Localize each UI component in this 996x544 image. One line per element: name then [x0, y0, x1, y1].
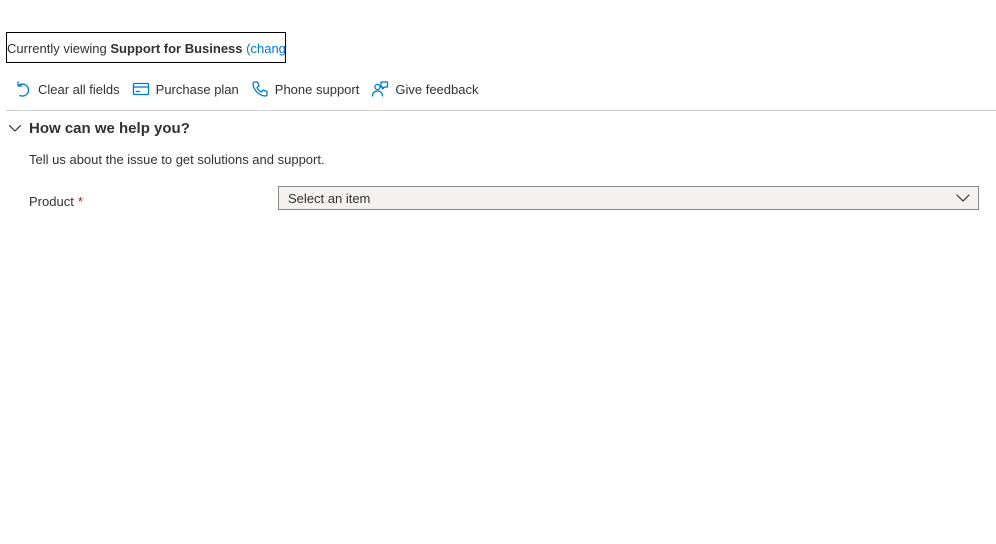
chevron-down-icon: [956, 191, 970, 205]
chevron-down-icon: [8, 121, 22, 135]
toolbar-divider: [6, 110, 996, 111]
undo-icon: [14, 80, 32, 98]
give-feedback-label: Give feedback: [395, 81, 479, 97]
command-toolbar: Clear all fields Purchase plan Phone sup…: [8, 76, 484, 102]
product-field-label: Product *: [29, 194, 83, 209]
section-title: How can we help you?: [29, 119, 190, 137]
phone-icon: [251, 80, 269, 98]
product-dropdown[interactable]: Select an item: [278, 186, 979, 210]
phone-support-button[interactable]: Phone support: [245, 76, 366, 102]
feedback-icon: [371, 80, 389, 98]
product-label-text: Product: [29, 194, 74, 209]
section-toggle[interactable]: How can we help you?: [8, 117, 190, 139]
phone-support-label: Phone support: [274, 81, 360, 97]
clear-all-fields-button[interactable]: Clear all fields: [8, 76, 126, 102]
credit-card-icon: [132, 80, 150, 98]
viewing-product: Support for Business: [110, 41, 243, 56]
purchase-plan-label: Purchase plan: [155, 81, 239, 97]
clear-all-fields-label: Clear all fields: [38, 81, 120, 97]
support-page: Currently viewing Support for Business (…: [0, 0, 996, 544]
required-indicator: *: [77, 194, 83, 209]
currently-viewing-banner: Currently viewing Support for Business (…: [6, 32, 286, 63]
section-description: Tell us about the issue to get solutions…: [29, 152, 325, 167]
product-dropdown-value: Select an item: [288, 190, 371, 206]
purchase-plan-button[interactable]: Purchase plan: [126, 76, 245, 102]
viewing-prefix: Currently viewing: [7, 41, 107, 56]
change-link[interactable]: change: [250, 41, 285, 56]
give-feedback-button[interactable]: Give feedback: [365, 76, 484, 102]
